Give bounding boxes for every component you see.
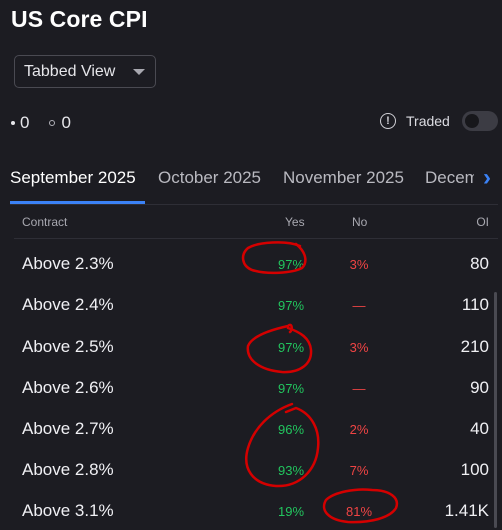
chevron-right-icon[interactable]: › <box>474 164 500 192</box>
dot-icon <box>11 121 15 125</box>
caret-down-icon <box>133 69 145 75</box>
contract-label: Above 2.4% <box>22 295 114 314</box>
ring-icon <box>49 120 56 126</box>
no-price[interactable]: 3% <box>324 257 394 272</box>
no-price[interactable]: 3% <box>324 340 394 355</box>
open-interest: 100 <box>460 460 489 479</box>
count-first: 0 <box>20 113 30 132</box>
table-row[interactable]: Above 3.1% 19% 81% 1.41K <box>0 489 502 530</box>
contract-label: Above 2.6% <box>22 378 114 397</box>
open-interest: 90 <box>470 378 489 397</box>
tab-september-2025[interactable]: September 2025 <box>10 168 136 188</box>
page-title: US Core CPI <box>11 6 148 32</box>
contract-label: Above 2.7% <box>22 419 114 438</box>
open-interest: 40 <box>470 419 489 438</box>
column-header-no: No <box>352 215 368 229</box>
contract-label: Above 3.1% <box>22 501 114 520</box>
table-row[interactable]: Above 2.4% 97% — 110 <box>0 283 502 324</box>
month-tabs: September 2025 October 2025 November 202… <box>0 160 502 204</box>
yes-price[interactable]: 97% <box>256 298 326 313</box>
table-row[interactable]: Above 2.6% 97% — 90 <box>0 366 502 407</box>
traded-label: Traded <box>406 113 450 129</box>
scrollbar[interactable] <box>494 292 497 528</box>
no-price[interactable]: 7% <box>324 463 394 478</box>
table-row[interactable]: Above 2.5% 97% 3% 210 <box>0 325 502 366</box>
divider <box>10 204 498 205</box>
contract-label: Above 2.3% <box>22 254 114 273</box>
no-price[interactable]: 81% <box>324 504 394 519</box>
table-header: Contract Yes No OI <box>0 212 502 236</box>
yes-price[interactable]: 93% <box>256 463 326 478</box>
column-header-oi: OI <box>476 215 489 229</box>
contract-label: Above 2.5% <box>22 337 114 356</box>
yes-price[interactable]: 97% <box>256 381 326 396</box>
open-interest: 1.41K <box>444 501 489 520</box>
yes-price[interactable]: 96% <box>256 422 326 437</box>
toggle-knob <box>465 114 479 128</box>
no-price[interactable]: — <box>324 298 394 313</box>
open-interest: 110 <box>461 295 489 314</box>
yes-price[interactable]: 97% <box>256 340 326 355</box>
table-row[interactable]: Above 2.7% 96% 2% 40 <box>0 407 502 448</box>
column-header-contract: Contract <box>22 215 68 229</box>
count-second: 0 <box>61 113 71 132</box>
view-select-value: Tabbed View <box>24 62 116 80</box>
column-header-yes: Yes <box>285 215 305 229</box>
tab-december-2025[interactable]: Decem <box>425 168 479 188</box>
no-price[interactable]: — <box>324 381 394 396</box>
position-counts: 0 0 <box>11 113 71 133</box>
traded-toggle[interactable] <box>462 111 498 131</box>
open-interest: 80 <box>470 254 489 273</box>
yes-price[interactable]: 97% <box>256 257 326 272</box>
yes-price[interactable]: 19% <box>256 504 326 519</box>
table-row[interactable]: Above 2.3% 97% 3% 80 <box>0 242 502 283</box>
info-circle-icon[interactable]: ! <box>380 113 396 129</box>
tab-november-2025[interactable]: November 2025 <box>283 168 404 188</box>
view-select[interactable]: Tabbed View <box>14 55 156 88</box>
open-interest: 210 <box>460 337 489 356</box>
divider <box>14 238 498 239</box>
tab-october-2025[interactable]: October 2025 <box>158 168 261 188</box>
contract-label: Above 2.8% <box>22 460 114 479</box>
no-price[interactable]: 2% <box>324 422 394 437</box>
table-row[interactable]: Above 2.8% 93% 7% 100 <box>0 448 502 489</box>
